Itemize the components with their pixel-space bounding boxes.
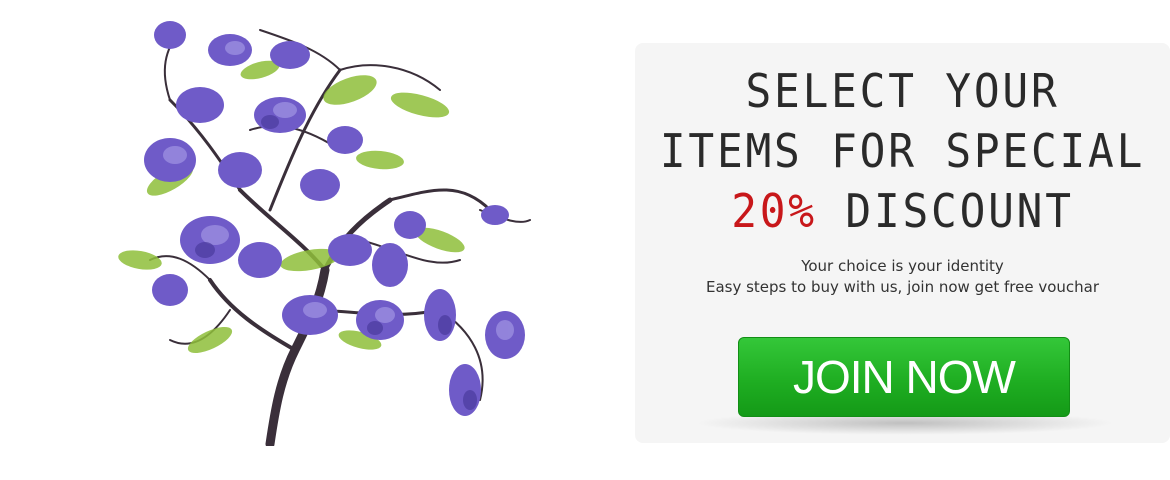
subtext-line-2: Easy steps to buy with us, join now get …	[705, 278, 1100, 296]
promo-subtext: Your choice is your identity Easy steps …	[635, 256, 1170, 298]
discount-word: DISCOUNT	[845, 184, 1074, 238]
promo-headline: SELECT YOUR ITEMS FOR SPECIAL 20% DISCOU…	[654, 61, 1152, 241]
headline-line-2: ITEMS FOR SPECIAL	[659, 124, 1146, 178]
headline-line-1: SELECT YOUR	[745, 64, 1060, 118]
join-now-button[interactable]: JOIN NOW	[738, 337, 1070, 417]
promo-panel: SELECT YOUR ITEMS FOR SPECIAL 20% DISCOU…	[635, 43, 1170, 443]
wisteria-tree-illustration-icon	[118, 21, 531, 446]
discount-percentage: 20%	[731, 184, 817, 238]
wisteria-tree-image	[110, 10, 550, 446]
subtext-line-1: Your choice is your identity	[801, 257, 1004, 275]
headline-line-3: 20% DISCOUNT	[654, 181, 1152, 241]
